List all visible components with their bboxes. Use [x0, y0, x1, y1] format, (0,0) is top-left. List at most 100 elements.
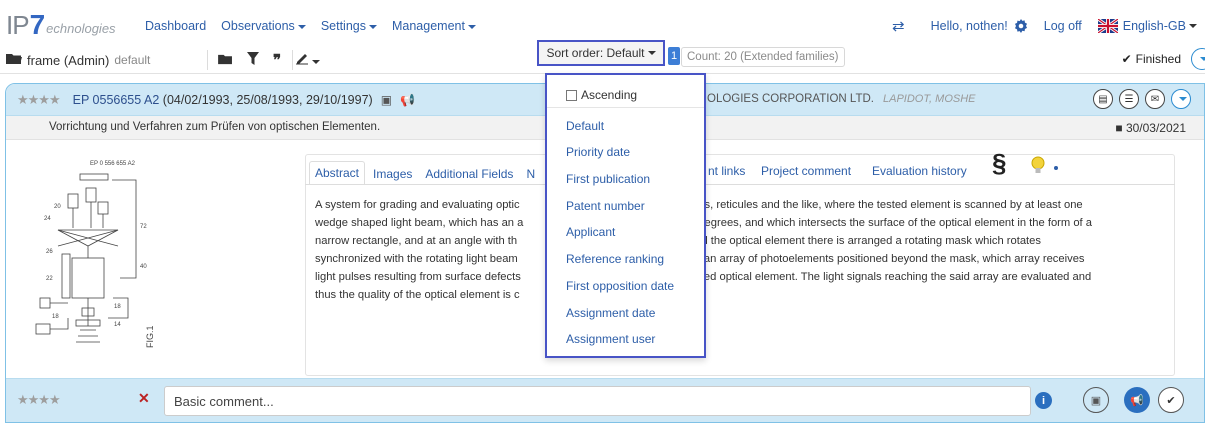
filter-icon[interactable]	[247, 52, 259, 68]
folder-date: ■ 30/03/2021	[1115, 121, 1186, 135]
sort-order-dropdown[interactable]: Sort order: Default	[537, 40, 665, 66]
abstract-line-right: es an array of photoelements positioned …	[689, 253, 1085, 265]
comment-input[interactable]	[164, 386, 1031, 416]
frame-selector[interactable]: frame (Admin) default	[6, 52, 150, 68]
tab-images[interactable]: Images	[368, 163, 417, 185]
sort-option-priority-date[interactable]: Priority date	[566, 145, 630, 159]
abstract-line-right: lters, reticules and the like, where the…	[689, 199, 1083, 211]
abstract-text: A system for grading and evaluating opti…	[315, 196, 1163, 304]
check-circle-icon[interactable]: ✔	[1158, 387, 1184, 413]
abstract-line-left: narrow rectangle, and at an angle with t…	[315, 235, 518, 247]
uk-flag-icon	[1097, 19, 1118, 33]
lightbulb-icon[interactable]	[1031, 156, 1045, 176]
tab-links[interactable]: nt links	[708, 164, 745, 178]
greeting-text: Hello, nothen!	[930, 19, 1008, 33]
patent-drawing[interactable]: EP 0 556 655 A2 2024 72 26 40 22 18 18 14 FIG…	[28, 158, 168, 368]
chevron-down-icon	[297, 24, 306, 29]
sort-order-label: Sort order: Default	[546, 46, 645, 60]
patent-applicant: OLOGIES CORPORATION LTD. LAPIDOT, MOSHE	[707, 93, 976, 105]
result-count: Count: 20 (Extended families)	[681, 47, 845, 67]
folder-open-icon	[6, 52, 22, 68]
sort-option-assignment-user[interactable]: Assignment user	[566, 332, 655, 346]
sort-option-first-publication[interactable]: First publication	[566, 172, 650, 186]
finished-status[interactable]: ✔ Finished	[1122, 52, 1181, 66]
swap-icon[interactable]: ⇄	[892, 17, 905, 35]
tab-project-comment[interactable]: Project comment	[761, 164, 851, 178]
svg-text:22: 22	[46, 276, 53, 282]
chevron-down-icon	[1189, 24, 1197, 28]
check-icon: ✔	[1121, 52, 1132, 66]
quote-icon[interactable]: ❞	[273, 51, 281, 69]
bullhorn-icon[interactable]: 📢	[1124, 387, 1150, 413]
folder-open-icon[interactable]	[218, 53, 233, 68]
expand-chevron-icon[interactable]	[1171, 89, 1191, 109]
nav-observations[interactable]: Observations	[221, 19, 306, 33]
logo-tech: echnologies	[46, 21, 116, 36]
sort-option-applicant[interactable]: Applicant	[566, 225, 615, 239]
header-actions: ▤ ☰ ✉	[1093, 89, 1191, 109]
close-icon[interactable]: ✕	[138, 390, 150, 407]
sort-option-patent-number[interactable]: Patent number	[566, 199, 645, 213]
tab-evaluation-history[interactable]: Evaluation history	[872, 164, 967, 178]
abstract-line-left: synchronized with the rotating light bea…	[315, 253, 518, 265]
nav-dashboard[interactable]: Dashboard	[145, 19, 206, 33]
toolbar-icons: ❞	[218, 51, 321, 69]
folder-icon: ■	[1115, 121, 1123, 135]
abstract-line: A system for grading and evaluating opti…	[315, 196, 1163, 214]
user-greeting[interactable]: Hello, nothen!	[931, 19, 1028, 33]
nav-management-label: Management	[391, 19, 465, 33]
sort-option-default[interactable]: Default	[566, 119, 604, 133]
tab-abstract[interactable]: Abstract	[309, 161, 366, 185]
caret-down-icon	[1178, 97, 1187, 101]
info-icon[interactable]: i	[1035, 392, 1052, 409]
drawing-caption: EP 0 556 655 A2	[90, 161, 136, 167]
count-badge: 1	[668, 47, 680, 65]
menu-divider	[547, 107, 704, 108]
sort-option-assignment-date[interactable]: Assignment date	[566, 306, 655, 320]
tab-additional-fields[interactable]: Additional Fields	[420, 163, 518, 185]
logo-seven: 7	[29, 9, 46, 40]
nav-observations-label: Observations	[221, 19, 295, 33]
chevron-down-icon	[368, 24, 377, 29]
svg-text:40: 40	[140, 264, 147, 270]
sort-option-first-opposition-date[interactable]: First opposition date	[566, 279, 674, 293]
app-logo[interactable]: IP 7 echnologies	[6, 9, 116, 40]
svg-text:24: 24	[44, 216, 51, 222]
nav-management[interactable]: Management	[392, 19, 476, 33]
language-selector[interactable]: English-GB	[1097, 19, 1197, 33]
mail-icon[interactable]: ✉	[1145, 89, 1165, 109]
pdf-icon[interactable]: ▤	[1093, 89, 1113, 109]
gear-icon	[1014, 19, 1027, 33]
company-name: OLOGIES CORPORATION LTD.	[707, 93, 874, 105]
detail-tabs: Abstract Images Additional Fields N	[309, 159, 543, 185]
patent-title: Vorrichtung und Verfahren zum Prüfen von…	[49, 121, 381, 133]
rating-stars[interactable]: ★★★★	[17, 92, 61, 108]
tab-hidden[interactable]: N	[521, 163, 540, 185]
edit-dropdown-icon[interactable]	[295, 52, 321, 68]
main-nav: Dashboard Observations Settings Manageme…	[145, 19, 491, 33]
bullhorn-icon[interactable]: 📢	[400, 93, 415, 107]
abstract-line-left: wedge shaped light beam, which has an a	[315, 217, 524, 229]
section-sign-icon[interactable]: §	[992, 148, 1006, 179]
abstract-line-right: ested optical element. The light signals…	[689, 271, 1092, 283]
dot-indicator	[1054, 166, 1058, 170]
abstract-line: synchronized with the rotating light bea…	[315, 250, 1163, 268]
list-icon[interactable]: ☰	[1119, 89, 1139, 109]
sort-order-menu: Ascending Default Priority date First pu…	[545, 73, 706, 358]
ascending-checkbox[interactable]: Ascending	[566, 88, 637, 102]
abstract-line: narrow rectangle, and at an angle with t…	[315, 232, 1163, 250]
patent-identifier[interactable]: EP 0556655 A2 (04/02/1993, 25/08/1993, 2…	[73, 93, 373, 107]
inventor-name: LAPIDOT, MOSHE	[883, 93, 976, 105]
sort-option-reference-ranking[interactable]: Reference ranking	[566, 252, 664, 266]
caret-down-icon	[1199, 57, 1205, 61]
nav-settings[interactable]: Settings	[321, 19, 377, 33]
document-icon[interactable]: ▣	[381, 93, 392, 107]
abstract-line: light pulses resulting from surface defe…	[315, 268, 1163, 286]
svg-text:20: 20	[54, 204, 61, 210]
logoff-link[interactable]: Log off	[1044, 19, 1082, 33]
language-label: English-GB	[1122, 19, 1186, 33]
comment-rating-stars[interactable]: ★★★★	[17, 392, 61, 408]
save-icon[interactable]: ▣	[1083, 387, 1109, 413]
frame-name: frame (Admin)	[27, 52, 110, 68]
chevron-down-icon	[647, 51, 656, 55]
